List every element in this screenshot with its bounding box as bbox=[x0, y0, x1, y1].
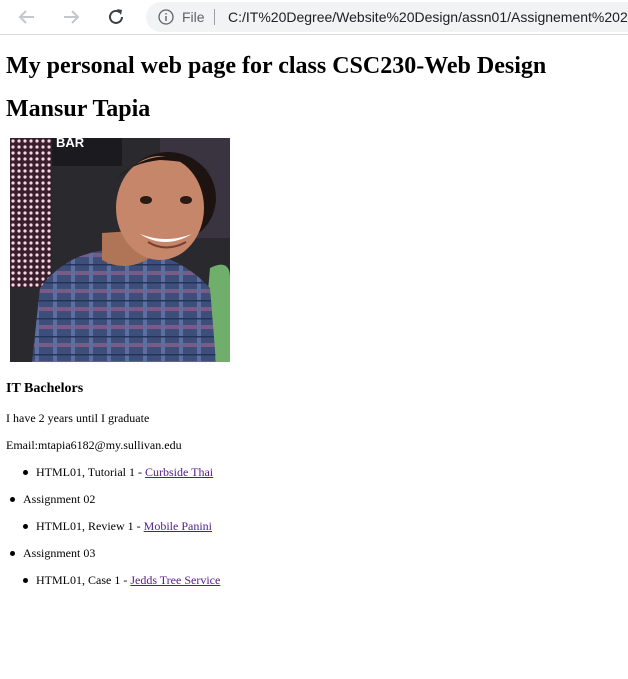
bullet bbox=[23, 470, 28, 475]
arrow-right-icon bbox=[64, 10, 80, 24]
page-title: My personal web page for class CSC230-We… bbox=[6, 53, 547, 79]
bullet bbox=[10, 497, 15, 502]
list-item-label: Assignment 02 bbox=[23, 492, 96, 506]
jedds-tree-service-link[interactable]: Jedds Tree Service bbox=[130, 573, 220, 587]
bar-sign-text: BAR bbox=[56, 138, 85, 150]
list-item: HTML01, Case 1 - Jedds Tree Service bbox=[23, 572, 220, 588]
address-bar[interactable]: File C:/IT%20Degree/Website%20Design/ass… bbox=[146, 2, 628, 32]
graduation-text: I have 2 years until I graduate bbox=[6, 411, 150, 425]
mobile-panini-link[interactable]: Mobile Panini bbox=[144, 519, 212, 533]
list-item: Assignment 02 bbox=[10, 491, 96, 507]
list-item: Assignment 03 bbox=[10, 545, 96, 561]
back-button[interactable] bbox=[16, 6, 38, 28]
info-icon[interactable] bbox=[158, 9, 174, 25]
bullet bbox=[23, 578, 28, 583]
reload-button[interactable] bbox=[105, 6, 127, 28]
url-text[interactable]: C:/IT%20Degree/Website%20Design/assn01/A… bbox=[228, 9, 628, 25]
address-separator bbox=[214, 9, 215, 25]
list-item-label: HTML01, Tutorial 1 - bbox=[36, 465, 146, 479]
arrow-left-icon bbox=[18, 10, 34, 24]
profile-photo: BAR bbox=[10, 138, 230, 362]
list-item: HTML01, Tutorial 1 - Curbside Thai bbox=[23, 464, 213, 480]
forward-button[interactable] bbox=[60, 6, 82, 28]
email-text: Email:mtapia6182@my.sullivan.edu bbox=[6, 438, 182, 452]
author-name: Mansur Tapia bbox=[6, 96, 151, 122]
list-item-label: Assignment 03 bbox=[23, 546, 96, 560]
scheme-label: File bbox=[182, 9, 205, 25]
list-item-label: HTML01, Review 1 - bbox=[36, 519, 144, 533]
list-item: HTML01, Review 1 - Mobile Panini bbox=[23, 518, 212, 534]
browser-toolbar: File C:/IT%20Degree/Website%20Design/ass… bbox=[0, 0, 628, 35]
list-item-label: HTML01, Case 1 - bbox=[36, 573, 131, 587]
curbside-thai-link[interactable]: Curbside Thai bbox=[145, 465, 213, 479]
bullet bbox=[10, 551, 15, 556]
degree-heading: IT Bachelors bbox=[6, 381, 84, 396]
bullet bbox=[23, 524, 28, 529]
reload-icon bbox=[109, 9, 123, 24]
